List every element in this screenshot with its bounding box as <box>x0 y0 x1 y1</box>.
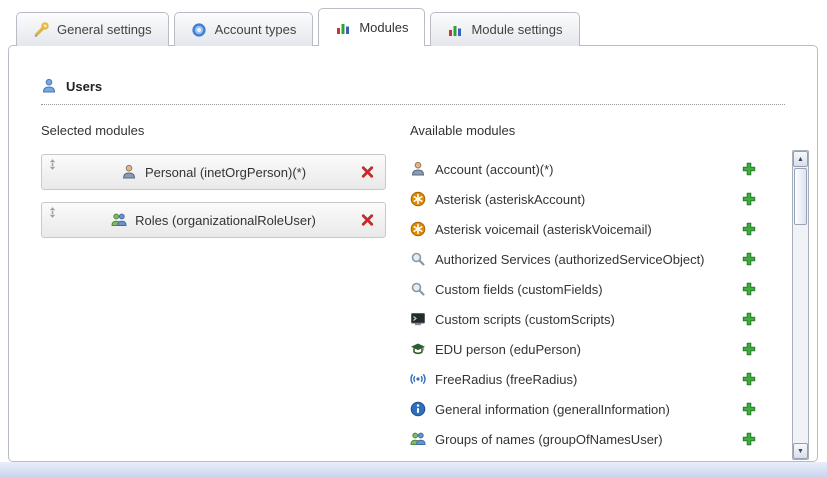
available-module-row: Authorized Services (authorizedServiceOb… <box>410 244 757 274</box>
available-modules-scrollbar[interactable]: ▲ ▼ <box>792 150 809 460</box>
available-module-row: General information (generalInformation) <box>410 394 757 424</box>
available-module-row: Custom scripts (customScripts) <box>410 304 757 334</box>
available-module-row: Custom fields (customFields) <box>410 274 757 304</box>
terminal-icon <box>410 311 426 327</box>
add-module-icon[interactable] <box>741 311 757 327</box>
available-modules-column: Available modules Account (account)(*) <box>410 123 785 454</box>
info-icon <box>410 401 426 417</box>
magnifier-icon <box>410 251 426 267</box>
add-module-icon[interactable] <box>741 371 757 387</box>
tab-module-settings[interactable]: Module settings <box>430 12 579 46</box>
magnifier-icon <box>410 281 426 297</box>
available-module-label: FreeRadius (freeRadius) <box>435 372 732 387</box>
selected-module-label: Roles (organizationalRoleUser) <box>135 213 316 228</box>
tab-label: Modules <box>359 20 408 35</box>
available-module-label: EDU person (eduPerson) <box>435 342 732 357</box>
tab-label: General settings <box>57 22 152 37</box>
person-icon <box>121 164 137 180</box>
available-module-row: Asterisk (asteriskAccount) <box>410 184 757 214</box>
available-module-label: General information (generalInformation) <box>435 402 732 417</box>
module-columns: Selected modules Personal (inetOrgPerson… <box>41 123 785 454</box>
add-module-icon[interactable] <box>741 161 757 177</box>
selected-modules-column: Selected modules Personal (inetOrgPerson… <box>41 123 386 454</box>
chart-icon <box>447 22 463 38</box>
available-module-row: Account (account)(*) <box>410 154 757 184</box>
remove-module-icon[interactable] <box>360 213 375 228</box>
available-module-row: EDU person (eduPerson) <box>410 334 757 364</box>
tab-bar: General settings Account types Modules M… <box>16 8 580 46</box>
tab-account-types[interactable]: Account types <box>174 12 314 46</box>
add-module-icon[interactable] <box>741 341 757 357</box>
triangle-down-icon: ▼ <box>797 448 804 455</box>
available-modules-list: Account (account)(*) Asterisk (asteriskA… <box>410 154 785 454</box>
users-section-title: Users <box>66 79 102 94</box>
selected-module-label: Personal (inetOrgPerson)(*) <box>145 165 306 180</box>
antenna-icon <box>410 371 426 387</box>
user-icon <box>41 78 57 94</box>
available-module-label: Asterisk voicemail (asteriskVoicemail) <box>435 222 732 237</box>
add-module-icon[interactable] <box>741 251 757 267</box>
add-module-icon[interactable] <box>741 191 757 207</box>
selected-module-row[interactable]: Personal (inetOrgPerson)(*) <box>41 154 386 190</box>
lam-config-screen: General settings Account types Modules M… <box>0 0 827 477</box>
remove-module-icon[interactable] <box>360 165 375 180</box>
available-module-label: Custom fields (customFields) <box>435 282 732 297</box>
available-module-row: Asterisk voicemail (asteriskVoicemail) <box>410 214 757 244</box>
group-icon <box>111 212 127 228</box>
users-section-heading: Users <box>41 78 785 105</box>
asterisk-icon <box>410 221 426 237</box>
group-icon <box>410 431 426 447</box>
available-module-label: Account (account)(*) <box>435 162 732 177</box>
available-module-label: Groups of names (groupOfNamesUser) <box>435 432 732 447</box>
asterisk-icon <box>410 191 426 207</box>
graduation-icon <box>410 341 426 357</box>
selected-module-row[interactable]: Roles (organizationalRoleUser) <box>41 202 386 238</box>
add-module-icon[interactable] <box>741 281 757 297</box>
available-module-row: FreeRadius (freeRadius) <box>410 364 757 394</box>
scroll-down-button[interactable]: ▼ <box>793 443 808 459</box>
scrollbar-thumb[interactable] <box>794 168 807 225</box>
available-module-label: Asterisk (asteriskAccount) <box>435 192 732 207</box>
available-module-label: Authorized Services (authorizedServiceOb… <box>435 252 732 267</box>
page-background-strip <box>0 462 827 477</box>
selected-modules-label: Selected modules <box>41 123 386 138</box>
tools-icon <box>33 22 49 38</box>
badge-icon <box>191 22 207 38</box>
available-modules-label: Available modules <box>410 123 785 138</box>
person-icon <box>410 161 426 177</box>
tab-label: Account types <box>215 22 297 37</box>
available-module-row: Groups of names (groupOfNamesUser) <box>410 424 757 454</box>
add-module-icon[interactable] <box>741 401 757 417</box>
add-module-icon[interactable] <box>741 221 757 237</box>
tab-label: Module settings <box>471 22 562 37</box>
drag-handle-icon[interactable] <box>48 158 57 171</box>
add-module-icon[interactable] <box>741 431 757 447</box>
tab-general-settings[interactable]: General settings <box>16 12 169 46</box>
tab-modules[interactable]: Modules <box>318 8 425 46</box>
drag-handle-icon[interactable] <box>48 206 57 219</box>
triangle-up-icon: ▲ <box>797 156 804 163</box>
chart-icon <box>335 20 351 36</box>
available-module-label: Custom scripts (customScripts) <box>435 312 732 327</box>
scroll-up-button[interactable]: ▲ <box>793 151 808 167</box>
modules-panel: Users Selected modules Personal (inetOrg… <box>8 45 818 462</box>
